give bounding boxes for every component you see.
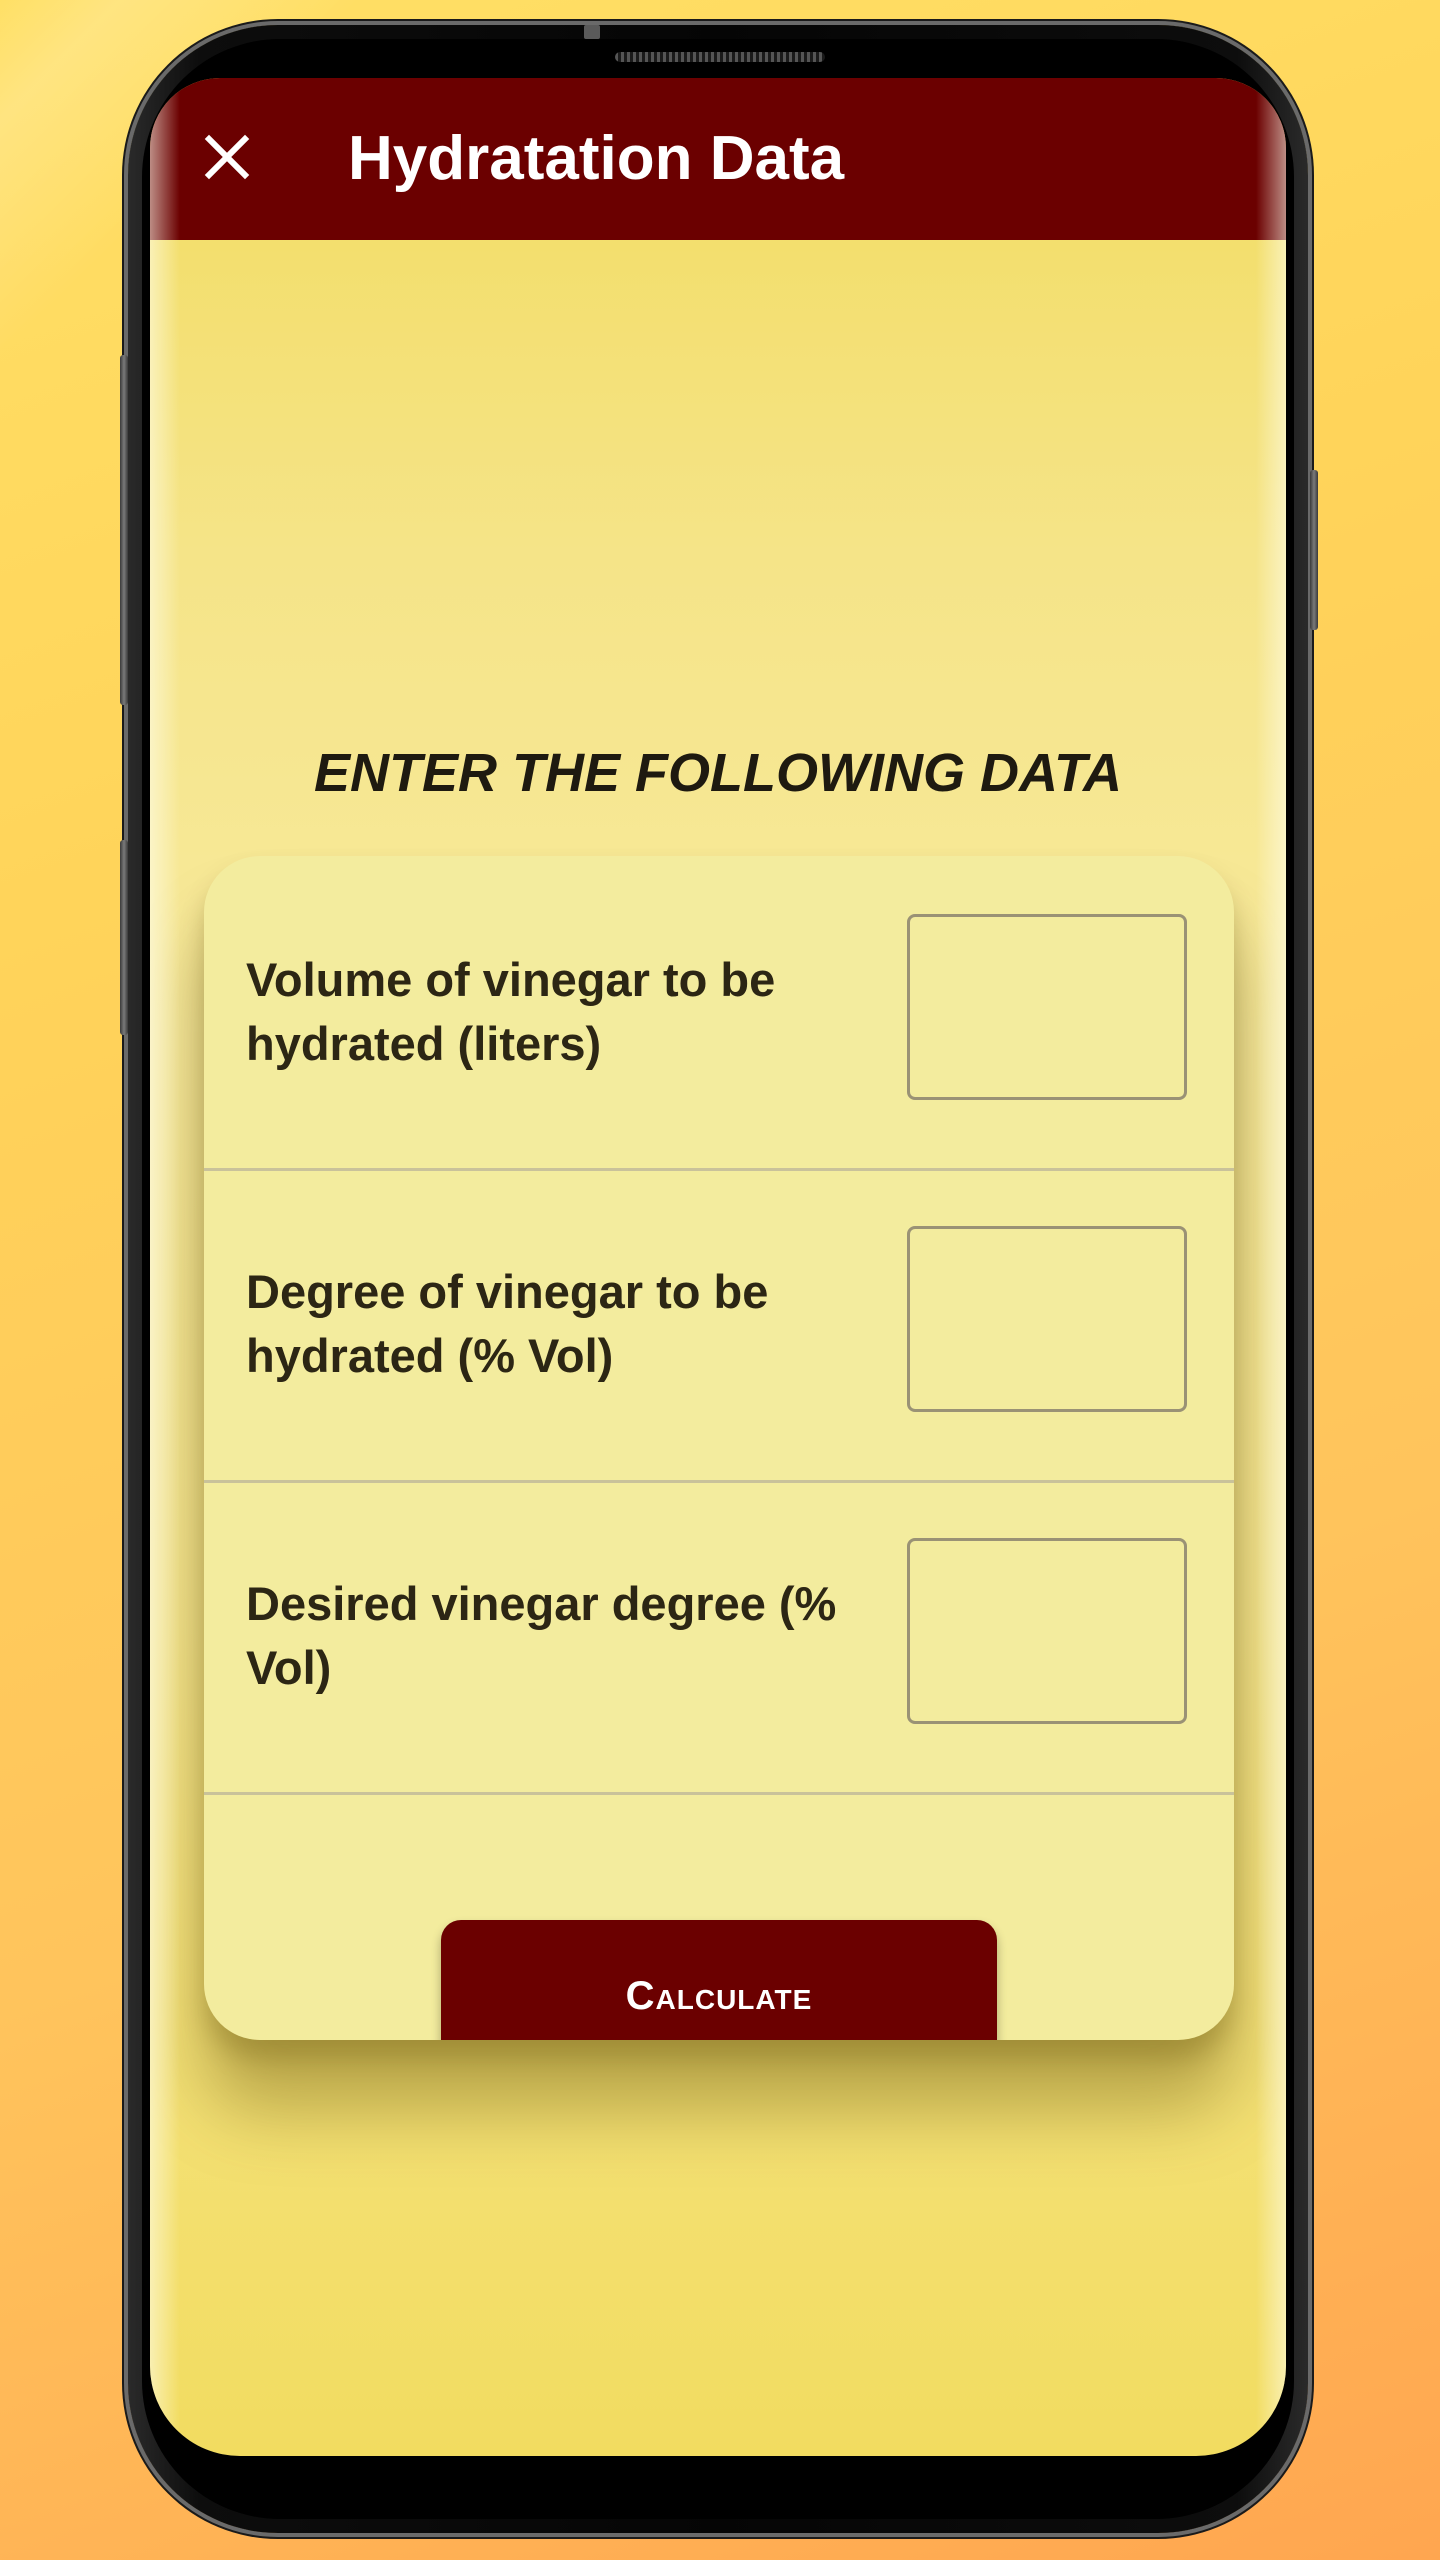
desired-degree-input[interactable] <box>907 1538 1187 1724</box>
degree-label: Degree of vinegar to be hydrated (% Vol) <box>246 1265 769 1382</box>
form-heading: ENTER THE FOLLOWING DATA <box>314 743 1122 803</box>
desired-degree-row: Desired vinegar degree (% Vol) <box>204 1480 1234 1795</box>
degree-row: Degree of vinegar to be hydrated (% Vol) <box>204 1168 1234 1483</box>
calculate-button[interactable]: Calculate <box>441 1920 997 2040</box>
data-entry-card: Volume of vinegar to be hydrated (liters… <box>204 856 1234 2040</box>
volume-label: Volume of vinegar to be hydrated (liters… <box>246 953 776 1070</box>
volume-input[interactable] <box>907 914 1187 1100</box>
degree-input[interactable] <box>907 1226 1187 1412</box>
app-bar: Hydratation Data <box>150 78 1286 240</box>
app-screen: Hydratation Data ENTER THE FOLLOWING DAT… <box>150 78 1286 2456</box>
close-button[interactable] <box>192 122 262 192</box>
phone-side-button <box>120 355 128 705</box>
desired-degree-label: Desired vinegar degree (% Vol) <box>246 1577 837 1694</box>
volume-row: Volume of vinegar to be hydrated (liters… <box>204 856 1234 1171</box>
close-icon <box>204 134 250 180</box>
phone-power-button <box>1310 470 1318 630</box>
page-title: Hydratation Data <box>348 124 845 193</box>
phone-top-notch <box>584 25 600 39</box>
screen-edge-highlight <box>150 78 180 2456</box>
phone-speaker-grille <box>615 52 825 62</box>
phone-side-button <box>120 840 128 1035</box>
screen-edge-highlight <box>1256 78 1286 2456</box>
